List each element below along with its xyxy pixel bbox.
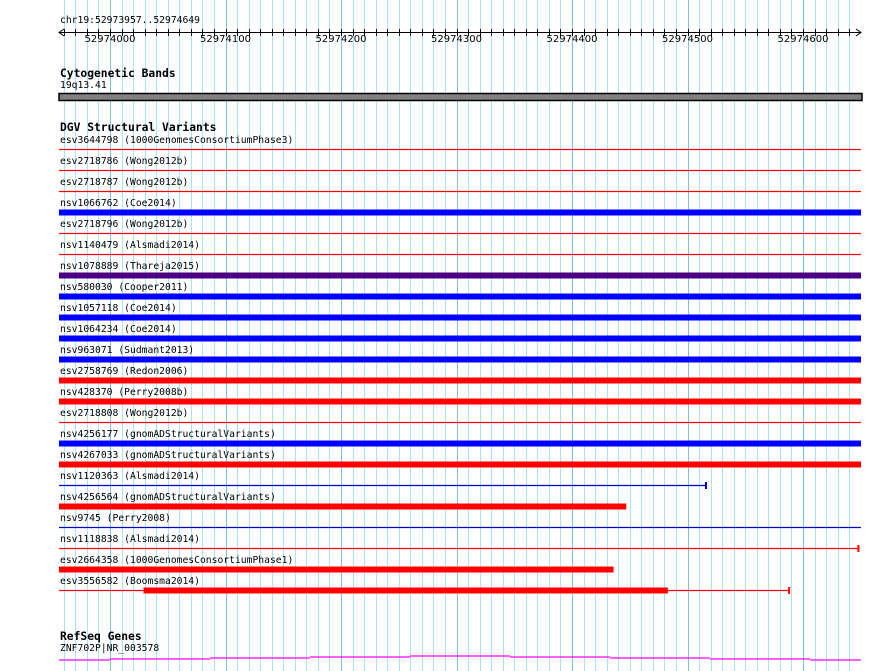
variant-bar — [59, 335, 861, 342]
variant-label[interactable]: nsv428370 (Perry2008b) — [60, 387, 188, 399]
variant-label[interactable]: esv2664358 (1000GenomesConsortiumPhase1) — [60, 555, 293, 567]
variant-bar — [59, 377, 861, 384]
ruler-tick-label: 52974600 — [777, 34, 829, 45]
variant-label[interactable]: nsv4256564 (gnomADStructuralVariants) — [60, 492, 276, 504]
refseq-gene-label[interactable]: ZNF702P|NR_003578 — [60, 643, 159, 655]
variant-end-cap — [704, 482, 707, 489]
variant-label[interactable]: nsv1066762 (Coe2014) — [60, 198, 177, 210]
variant-bar — [59, 314, 861, 321]
variant-label[interactable]: esv2718808 (Wong2012b) — [60, 408, 188, 420]
variant-bar — [59, 440, 861, 447]
variant-bar — [59, 293, 861, 300]
cytoband-bar — [58, 92, 863, 102]
cytobands-title: Cytogenetic Bands — [60, 67, 176, 80]
variant-bar — [59, 503, 627, 510]
ruler-tick-label: 52974100 — [200, 34, 251, 45]
ruler-tick-label: 52974300 — [431, 34, 482, 45]
ruler-tick-label: 52974400 — [546, 34, 598, 45]
variant-label[interactable]: nsv580030 (Cooper2011) — [60, 282, 188, 294]
variant-bar — [59, 209, 861, 216]
variant-label[interactable]: esv3644798 (1000GenomesConsortiumPhase3) — [60, 135, 293, 147]
variant-bar — [59, 272, 861, 279]
dgv-title: DGV Structural Variants — [60, 121, 217, 134]
variant-label[interactable]: esv2718786 (Wong2012b) — [60, 156, 188, 168]
variant-label[interactable]: nsv9745 (Perry2008) — [60, 513, 171, 525]
cytoband-label: 19q13.41 — [60, 80, 107, 91]
variant-label[interactable]: nsv4256177 (gnomADStructuralVariants) — [60, 429, 276, 441]
ruler-location: chr19:52973957..52974649 — [60, 15, 200, 26]
variant-label[interactable]: nsv1140479 (Alsmadi2014) — [60, 240, 200, 252]
variant-label[interactable]: esv2718796 (Wong2012b) — [60, 219, 188, 231]
variant-bar — [59, 566, 614, 573]
ruler-tick-label: 52974200 — [315, 34, 367, 45]
variant-bar — [59, 398, 861, 405]
variant-label[interactable]: esv2758769 (Redon2006) — [60, 366, 188, 378]
variant-bar — [59, 356, 861, 363]
variant-label[interactable]: nsv1057118 (Coe2014) — [60, 303, 177, 315]
variant-label[interactable]: nsv4267033 (gnomADStructuralVariants) — [60, 450, 276, 462]
refseq-title: RefSeq Genes — [60, 630, 142, 643]
variant-label[interactable]: nsv963071 (Sudmant2013) — [60, 345, 194, 357]
ruler-tick-label: 52974000 — [84, 34, 136, 45]
variant-label[interactable]: esv2718787 (Wong2012b) — [60, 177, 188, 189]
variant-label[interactable]: nsv1118838 (Alsmadi2014) — [60, 534, 200, 546]
variant-label[interactable]: nsv1120363 (Alsmadi2014) — [60, 471, 200, 483]
variant-label[interactable]: nsv1078889 (Thareja2015) — [60, 261, 200, 273]
variant-end-cap — [857, 545, 860, 552]
variant-bar — [59, 461, 861, 468]
variant-label[interactable]: nsv1064234 (Coe2014) — [60, 324, 177, 336]
variant-end-cap — [788, 587, 791, 594]
genome-browser-panel: chr19:52973957..52974649 52974000 5297410… — [0, 0, 890, 671]
variant-bar — [143, 587, 668, 594]
ruler-tick-label: 52974500 — [662, 34, 713, 45]
variant-label[interactable]: esv3556582 (Boomsma2014) — [60, 576, 200, 588]
